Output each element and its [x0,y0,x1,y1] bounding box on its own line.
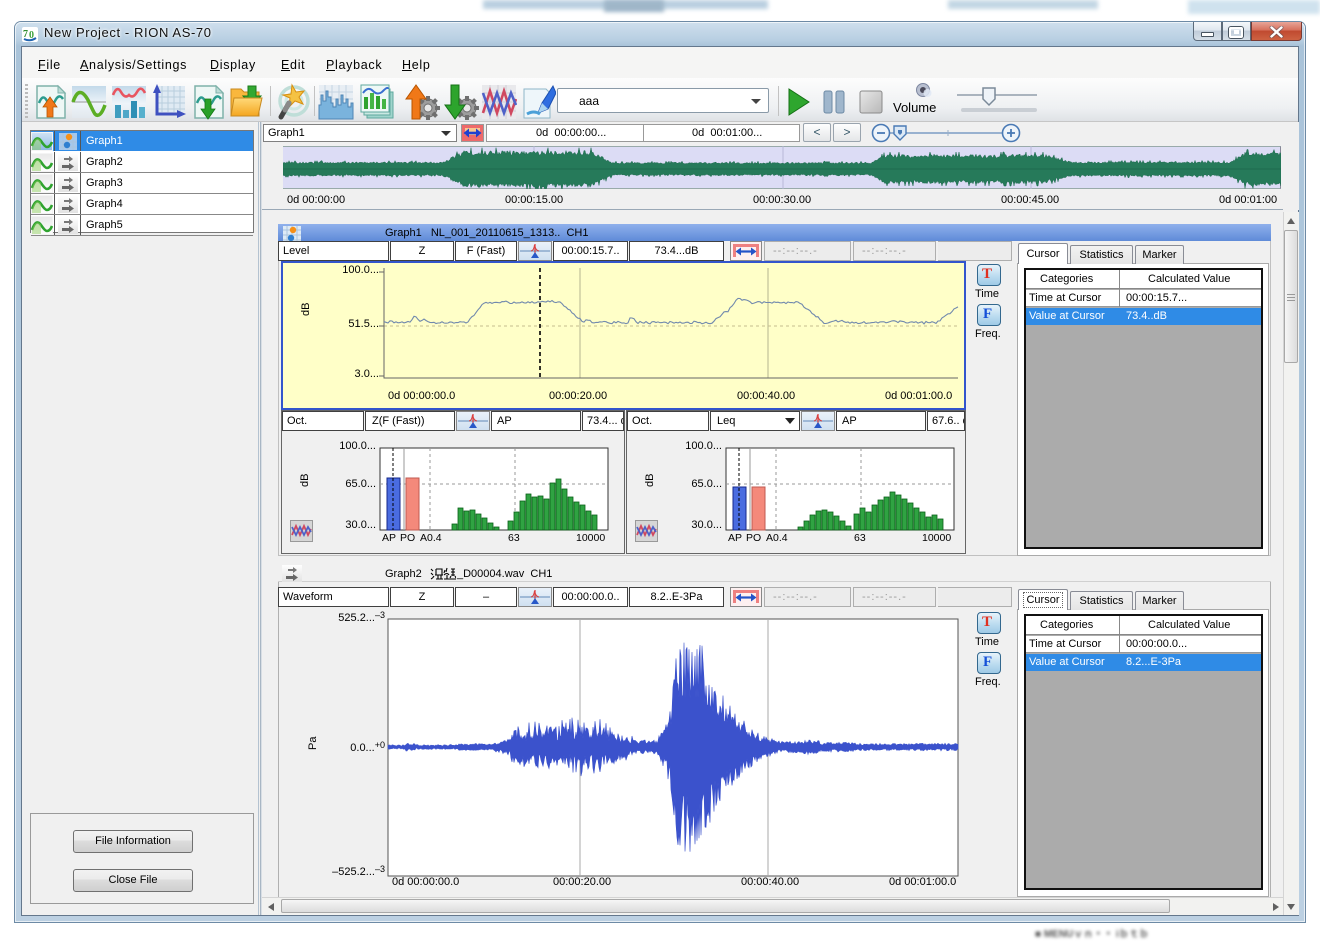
svg-text:7: 7 [23,29,28,40]
